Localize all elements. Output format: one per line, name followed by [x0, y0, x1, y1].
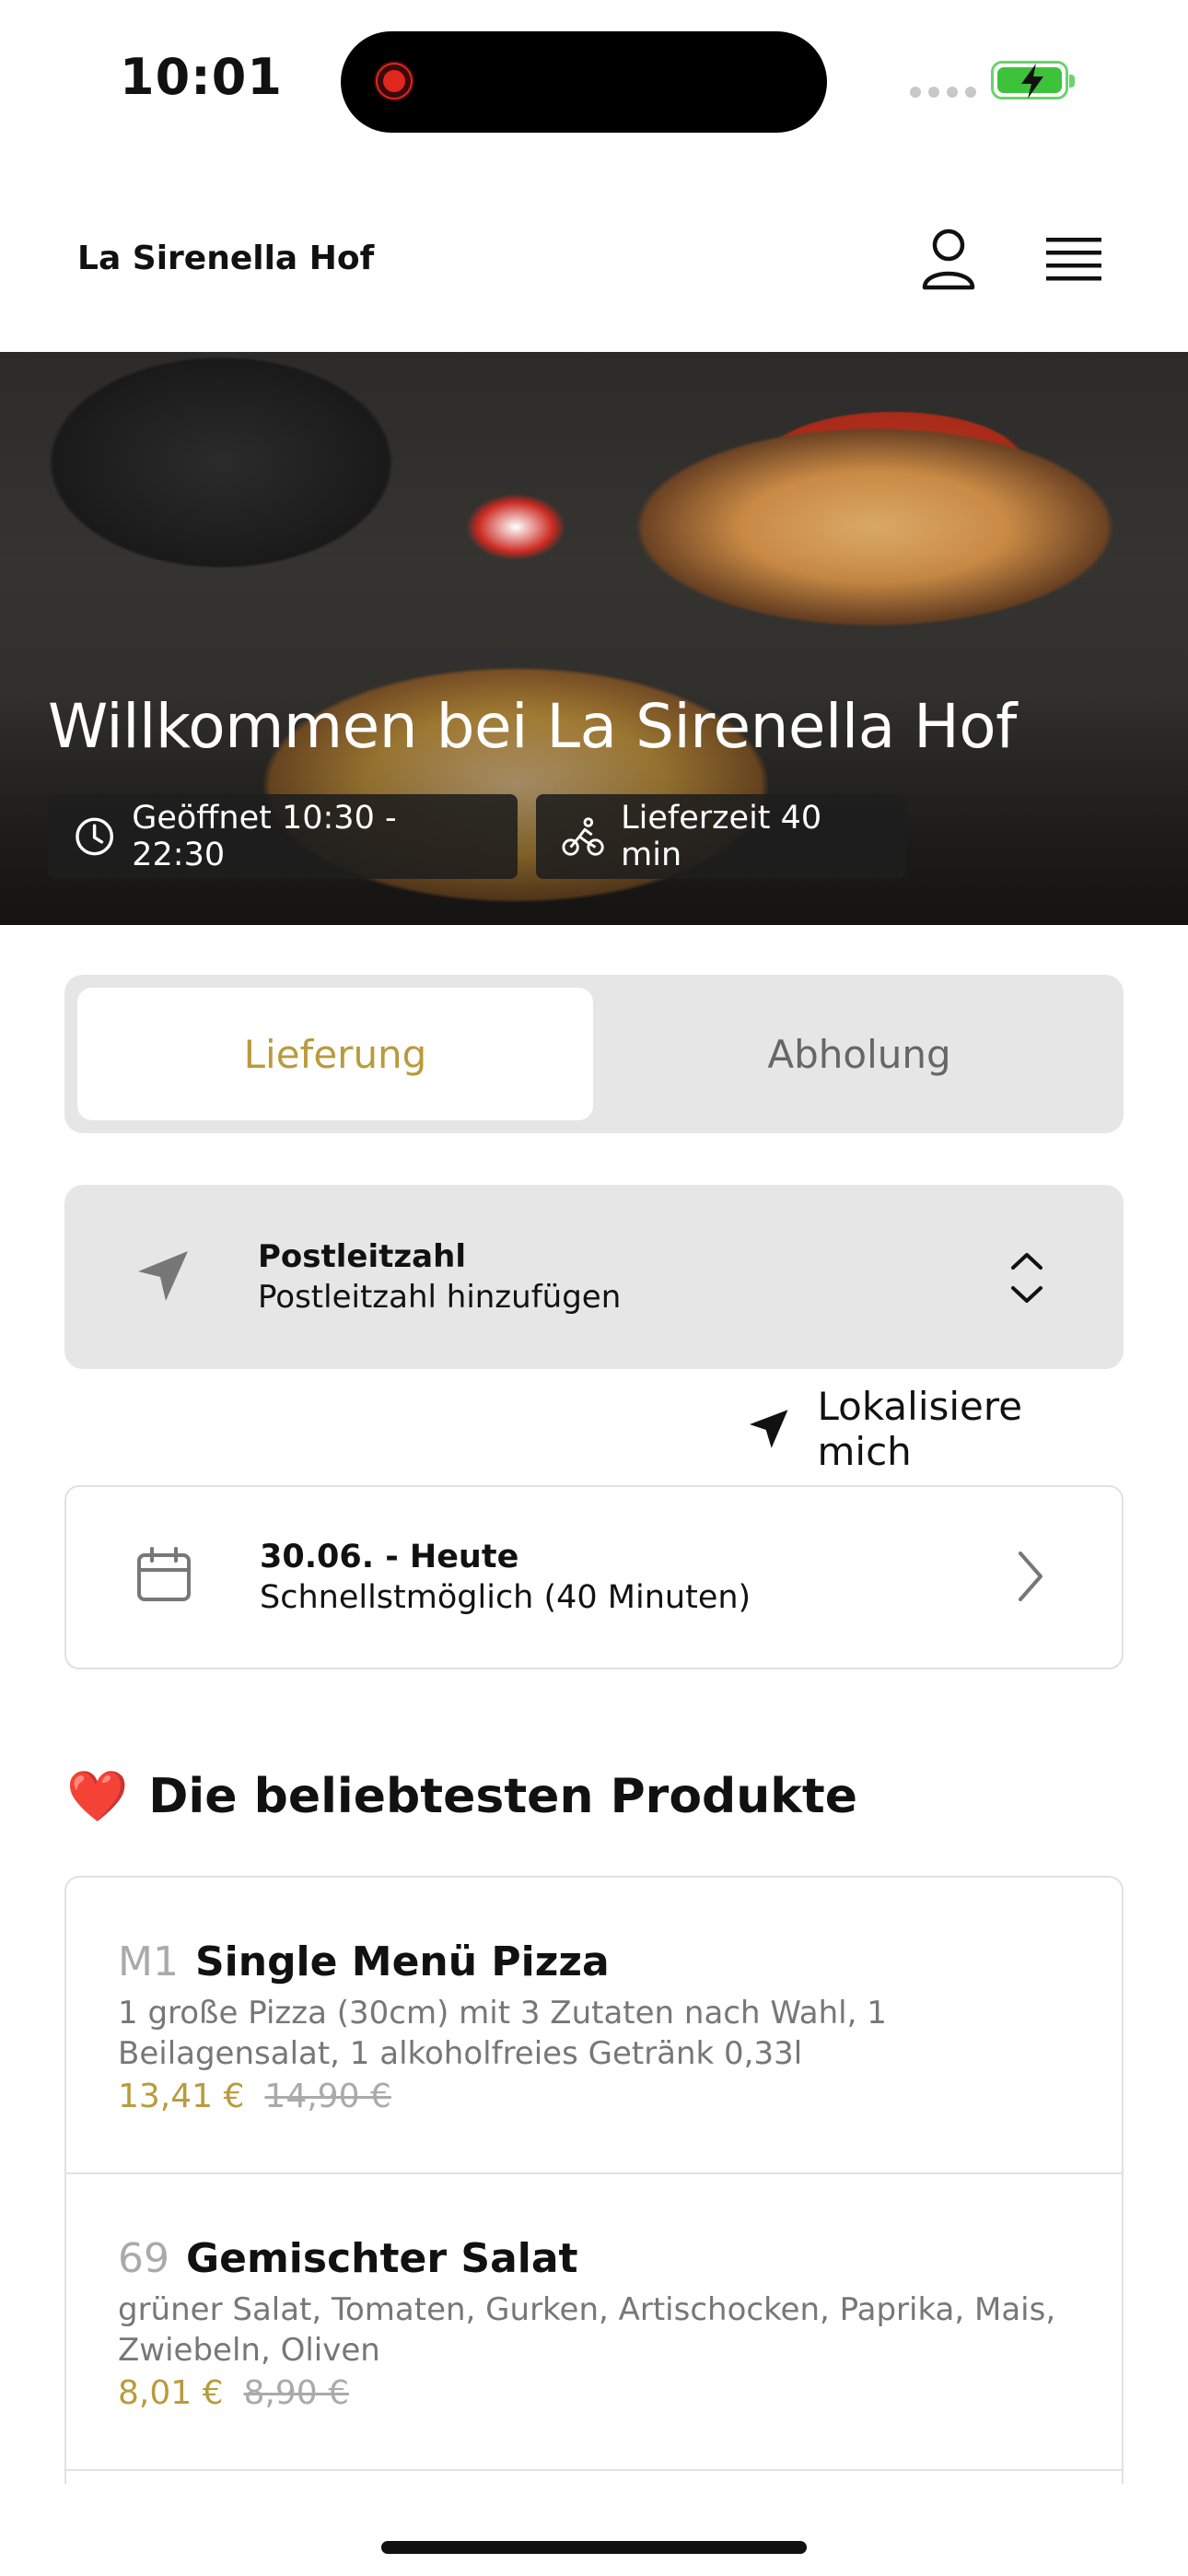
heart-icon: ❤️ [66, 1767, 129, 1825]
product-old-price: 14,90 € [264, 2078, 391, 2115]
locate-me-button[interactable]: Lokalisiere mich [748, 1384, 1125, 1474]
postal-code-selector[interactable]: Postleitzahl Postleitzahl hinzufügen [64, 1185, 1124, 1369]
chevron-up-down-icon [1011, 1253, 1042, 1303]
product-item[interactable]: 69 Gemischter Salat grüner Salat, Tomaten… [66, 2174, 1122, 2471]
product-name: Gemischter Salat [186, 2235, 578, 2282]
opening-hours-badge: Geöffnet 10:30 - 22:30 [48, 794, 518, 879]
popular-title-text: Die beliebtesten Produkte [148, 1769, 857, 1824]
order-mode-toggle: Lieferung Abholung [64, 975, 1124, 1133]
recording-indicator-icon [374, 61, 414, 101]
schedule-selector[interactable]: 30.06. - Heute Schnellstmöglich (40 Minu… [64, 1485, 1124, 1669]
product-description: grüner Salat, Tomaten, Gurken, Artischoc… [118, 2291, 1056, 2369]
location-arrow-icon [138, 1251, 188, 1301]
product-price: 8,01 € [118, 2374, 224, 2412]
calendar-icon [137, 1547, 191, 1601]
battery-charging-icon [991, 61, 1075, 100]
product-name-row: M1 Single Menü Pizza [118, 1938, 1070, 1985]
clock-icon [76, 817, 114, 856]
product-name-row: 69 Gemischter Salat [118, 2235, 1070, 2282]
product-number: 69 [118, 2235, 169, 2282]
brand-name[interactable]: La Sirenella Hof [77, 240, 374, 277]
tab-delivery[interactable]: Lieferung [77, 988, 593, 1120]
app-header: La Sirenella Hof [0, 184, 1188, 350]
status-time: 10:01 [120, 48, 283, 106]
dynamic-island [341, 31, 827, 133]
cyclist-icon [562, 817, 604, 856]
signal-icon [910, 87, 976, 98]
tab-pickup[interactable]: Abholung [608, 988, 1111, 1120]
popular-section-title: ❤️ Die beliebtesten Produkte [66, 1767, 857, 1826]
schedule-time: Schnellstmöglich (40 Minuten) [260, 1579, 751, 1616]
schedule-date: 30.06. - Heute [260, 1539, 519, 1575]
product-old-price: 8,90 € [243, 2374, 350, 2412]
postal-code-placeholder: Postleitzahl hinzufügen [258, 1279, 622, 1316]
delivery-time-text: Lieferzeit 40 min [621, 800, 822, 873]
product-prices: 8,01 € 8,90 € [118, 2374, 1070, 2412]
locate-me-label: Lokalisiere mich [817, 1384, 1023, 1474]
product-name: Single Menü Pizza [194, 1938, 610, 1985]
hero-banner: Willkommen bei La Sirenella Hof Geöffnet… [0, 352, 1188, 925]
product-item[interactable]: M1 Single Menü Pizza 1 große Pizza (30cm)… [66, 1878, 1122, 2174]
hero-title: Willkommen bei La Sirenella Hof [48, 691, 1017, 762]
popular-products-list: M1 Single Menü Pizza 1 große Pizza (30cm)… [64, 1876, 1124, 2484]
home-indicator[interactable] [381, 2541, 807, 2554]
user-account-icon[interactable] [919, 227, 978, 293]
opening-hours-text: Geöffnet 10:30 - 22:30 [132, 800, 397, 873]
postal-code-label: Postleitzahl [258, 1238, 466, 1275]
status-bar: 10:01 [0, 0, 1188, 157]
hamburger-menu-icon[interactable] [1044, 234, 1103, 286]
product-number: M1 [118, 1938, 179, 1985]
delivery-time-badge: Lieferzeit 40 min [536, 794, 906, 879]
product-price: 13,41 € [118, 2078, 245, 2115]
navigation-arrow-icon [749, 1410, 788, 1448]
product-prices: 13,41 € 14,90 € [118, 2078, 1070, 2115]
chevron-right-icon [1019, 1551, 1042, 1601]
product-description: 1 große Pizza (30cm) mit 3 Zutaten nach … [118, 1995, 887, 2072]
